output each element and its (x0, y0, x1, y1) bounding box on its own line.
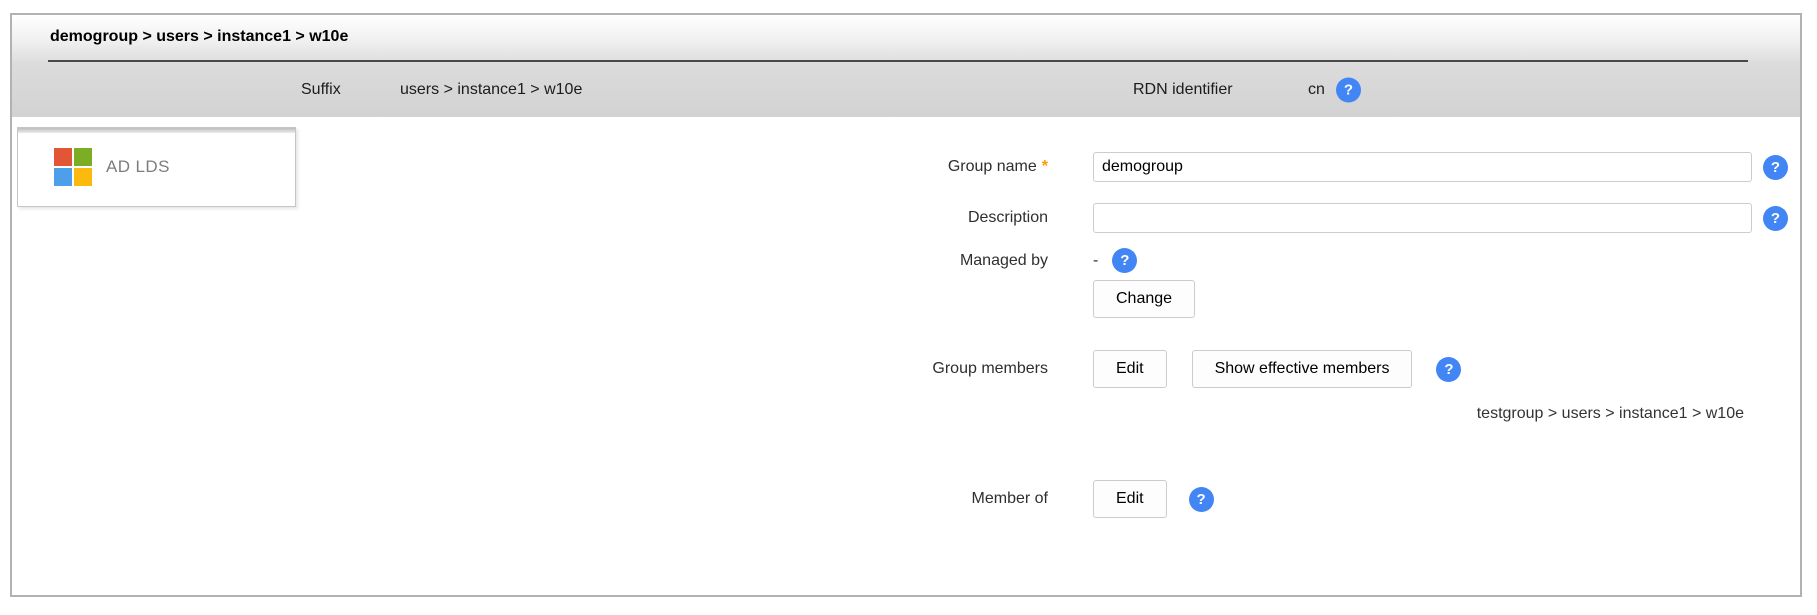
main-content: AD LDS Group name* ? Description ? (12, 117, 1800, 595)
member-of-actions: Edit ? (1093, 480, 1214, 518)
managed-by-row: Managed by - ? (12, 248, 1800, 273)
member-of-row: Member of Edit ? (12, 480, 1800, 518)
managed-by-change-row: Change (1093, 280, 1800, 318)
suffix-bar: Suffix users > instance1 > w10e RDN iden… (12, 62, 1800, 117)
suffix-label: Suffix (301, 81, 341, 99)
managed-by-label: Managed by (12, 252, 1048, 270)
group-name-help-icon[interactable]: ? (1763, 155, 1788, 180)
ms-logo-green-square (74, 148, 92, 166)
group-members-actions: Edit Show effective members ? (1093, 350, 1461, 388)
member-of-edit-button[interactable]: Edit (1093, 480, 1167, 518)
member-of-label: Member of (12, 490, 1048, 508)
description-label: Description (12, 209, 1048, 227)
microsoft-logo-icon (54, 148, 92, 186)
show-effective-members-button[interactable]: Show effective members (1192, 350, 1413, 388)
description-value: ? (1093, 203, 1788, 233)
group-members-label: Group members (12, 360, 1048, 378)
group-name-value: ? (1093, 152, 1788, 182)
group-name-input[interactable] (1093, 152, 1752, 182)
description-row: Description ? (12, 203, 1800, 233)
managed-by-help-icon[interactable]: ? (1112, 248, 1137, 273)
header: demogroup > users > instance1 > w10e (12, 15, 1800, 62)
required-marker: * (1042, 158, 1048, 175)
change-button[interactable]: Change (1093, 280, 1195, 318)
managed-by-current-value: - (1093, 252, 1098, 270)
ms-logo-yellow-square (74, 168, 92, 186)
description-help-icon[interactable]: ? (1763, 206, 1788, 231)
group-member-path: testgroup > users > instance1 > w10e (12, 405, 1752, 423)
tab-body: AD LDS (18, 133, 295, 200)
rdn-identifier-label: RDN identifier (1133, 81, 1233, 99)
member-of-help-icon[interactable]: ? (1189, 487, 1214, 512)
group-members-help-icon[interactable]: ? (1436, 357, 1461, 382)
breadcrumb: demogroup > users > instance1 > w10e (50, 28, 348, 46)
suffix-value: users > instance1 > w10e (400, 81, 582, 99)
ms-logo-red-square (54, 148, 72, 166)
ms-logo-blue-square (54, 168, 72, 186)
group-members-row: Group members Edit Show effective member… (12, 350, 1800, 388)
description-input[interactable] (1093, 203, 1752, 233)
managed-by-value: - ? (1093, 248, 1137, 273)
tab-ad-lds-label: AD LDS (106, 157, 170, 177)
rdn-help-icon[interactable]: ? (1336, 77, 1361, 102)
rdn-identifier-value: cn (1308, 81, 1325, 99)
app-window: demogroup > users > instance1 > w10e Suf… (10, 13, 1802, 597)
group-members-edit-button[interactable]: Edit (1093, 350, 1167, 388)
tab-ad-lds[interactable]: AD LDS (17, 127, 296, 207)
